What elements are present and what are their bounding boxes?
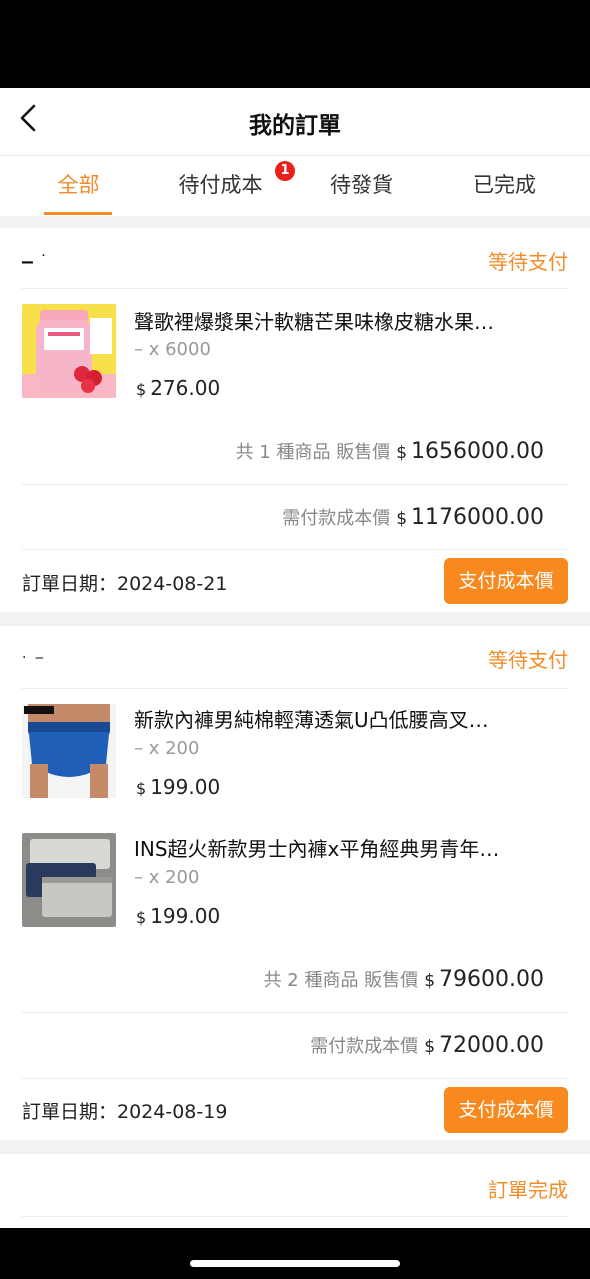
sale-amount: 79600.00 [439, 967, 544, 992]
product-name[interactable]: INS超火新款男士內褲x平角經典男青年… [134, 833, 554, 862]
price-value: 199.00 [150, 904, 221, 928]
cost-label: 需付款成本價 [310, 1036, 419, 1057]
tab-all[interactable]: 全部 [5, 156, 152, 216]
order-summary-cost: 需付款成本價 $1176000.00 [282, 504, 544, 530]
currency-symbol: $ [424, 971, 436, 991]
product-price: $199.00 [136, 904, 220, 928]
product-image[interactable] [22, 304, 116, 398]
store-name[interactable]: ▁ · [22, 248, 48, 264]
order-status: 等待支付 [488, 648, 568, 672]
divider [22, 1216, 568, 1217]
price-value: 199.00 [150, 775, 221, 799]
currency-symbol: $ [424, 1037, 436, 1057]
sale-amount: 1656000.00 [411, 439, 544, 464]
pay-cost-button[interactable]: 支付成本價 [444, 558, 568, 604]
pay-cost-button[interactable]: 支付成本價 [444, 1087, 568, 1133]
order-date: 訂單日期：2024-08-21 [22, 573, 228, 595]
page-title: 我的訂單 [249, 113, 341, 139]
divider [22, 1078, 568, 1079]
order-card: 訂單完成 [0, 1154, 590, 1228]
tab-to-ship[interactable]: 待發貨 [288, 156, 435, 216]
product-quantity: – x 6000 [134, 339, 211, 360]
product-price: $199.00 [136, 775, 220, 799]
currency-symbol: $ [396, 509, 408, 529]
divider [22, 549, 568, 550]
home-indicator[interactable] [190, 1260, 400, 1267]
product-price: $276.00 [136, 376, 220, 400]
order-status: 訂單完成 [488, 1178, 568, 1202]
currency-symbol: $ [136, 908, 147, 927]
product-name[interactable]: 聲歌裡爆漿果汁軟糖芒果味橡皮糖水果… [134, 306, 554, 335]
active-tab-indicator [44, 212, 112, 215]
sale-label: 共 1 種商品 販售價 [235, 442, 391, 463]
order-tabs: 全部 待付成本 待發貨 已完成 [0, 156, 590, 216]
divider [22, 484, 568, 485]
order-summary-cost: 需付款成本價 $72000.00 [310, 1032, 544, 1058]
status-bar [0, 0, 590, 88]
nav-bar: 我的訂單 [0, 88, 590, 156]
product-image[interactable] [22, 704, 116, 798]
tab-completed[interactable]: 已完成 [431, 156, 578, 216]
currency-symbol: $ [136, 380, 147, 399]
product-image[interactable] [22, 833, 116, 927]
divider [22, 1012, 568, 1013]
order-status: 等待支付 [488, 250, 568, 274]
sale-label: 共 2 種商品 販售價 [263, 970, 419, 991]
cost-label: 需付款成本價 [282, 508, 391, 529]
product-name[interactable]: 新款內褲男純棉輕薄透氣U凸低腰高叉… [134, 704, 554, 733]
tab-badge: 1 [275, 161, 295, 181]
cost-amount: 1176000.00 [411, 505, 544, 530]
tab-pending-cost[interactable]: 待付成本 [147, 156, 294, 216]
currency-symbol: $ [136, 779, 147, 798]
product-quantity: – x 200 [134, 738, 200, 759]
cost-amount: 72000.00 [439, 1033, 544, 1058]
price-value: 276.00 [150, 376, 221, 400]
product-quantity: – x 200 [134, 867, 200, 888]
order-summary-sale: 共 2 種商品 販售價 $79600.00 [264, 966, 544, 992]
order-date: 訂單日期：2024-08-19 [22, 1101, 228, 1123]
order-card: · ‒ 等待支付 新款內褲男純棉輕薄透氣U凸低腰高叉… – x 200 $199… [0, 626, 590, 1140]
order-summary-sale: 共 1 種商品 販售價 $1656000.00 [236, 438, 544, 464]
home-indicator-area [0, 1228, 590, 1279]
order-card: ▁ · 等待支付 聲歌裡爆漿果汁軟糖芒果味橡皮糖水果… – x 6000 $27… [0, 228, 590, 612]
divider [22, 688, 568, 689]
divider [22, 288, 568, 289]
currency-symbol: $ [396, 443, 408, 463]
store-name[interactable]: · ‒ [22, 650, 46, 666]
